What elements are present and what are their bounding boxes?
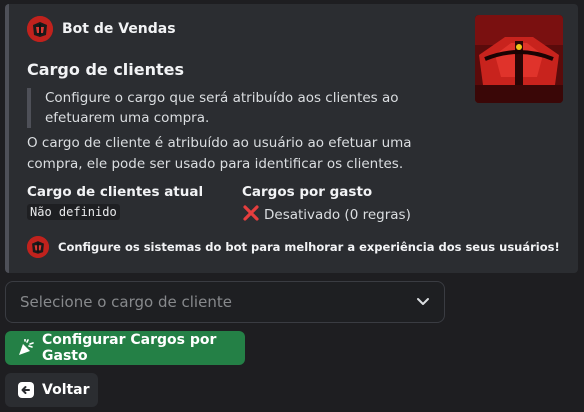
field-current-role: Cargo de clientes atual Não definido bbox=[27, 184, 203, 220]
party-popper-icon bbox=[17, 339, 35, 357]
field-value: Desativado (0 regras) bbox=[264, 207, 411, 223]
configure-button-label: Configurar Cargos por Gasto bbox=[42, 332, 217, 364]
bot-avatar-icon[interactable] bbox=[27, 16, 53, 42]
embed-card: Bot de Vendas Cargo de clientes Configur… bbox=[5, 4, 578, 273]
embed-quote: Configure o cargo que será atribuído aos… bbox=[27, 88, 407, 128]
field-name: Cargo de clientes atual bbox=[27, 184, 204, 200]
field-name: Cargos por gasto bbox=[242, 184, 373, 200]
select-placeholder: Selecione o cargo de cliente bbox=[20, 293, 232, 311]
field-spending-roles: Cargos por gasto Desativado (0 regras) bbox=[242, 184, 411, 226]
field-value: Não definido bbox=[27, 204, 120, 220]
back-button[interactable]: Voltar bbox=[5, 373, 98, 407]
back-arrow-icon bbox=[17, 381, 35, 399]
bot-avatar-icon bbox=[27, 236, 49, 258]
author-name[interactable]: Bot de Vendas bbox=[62, 21, 176, 37]
embed-description: O cargo de cliente é atribuído ao usuári… bbox=[27, 135, 412, 172]
embed-title: Cargo de clientes bbox=[27, 60, 185, 79]
client-role-select[interactable]: Selecione o cargo de cliente bbox=[5, 281, 445, 323]
embed-footer: Configure os sistemas do bot para melhor… bbox=[27, 236, 560, 258]
embed-author: Bot de Vendas bbox=[27, 16, 176, 42]
cross-mark-icon bbox=[242, 204, 260, 226]
configure-spending-roles-button[interactable]: Configurar Cargos por Gasto bbox=[5, 331, 245, 365]
footer-text: Configure os sistemas do bot para melhor… bbox=[58, 240, 560, 254]
chevron-down-icon bbox=[416, 293, 430, 312]
thumbnail-image[interactable] bbox=[475, 15, 563, 103]
back-button-label: Voltar bbox=[42, 382, 90, 398]
